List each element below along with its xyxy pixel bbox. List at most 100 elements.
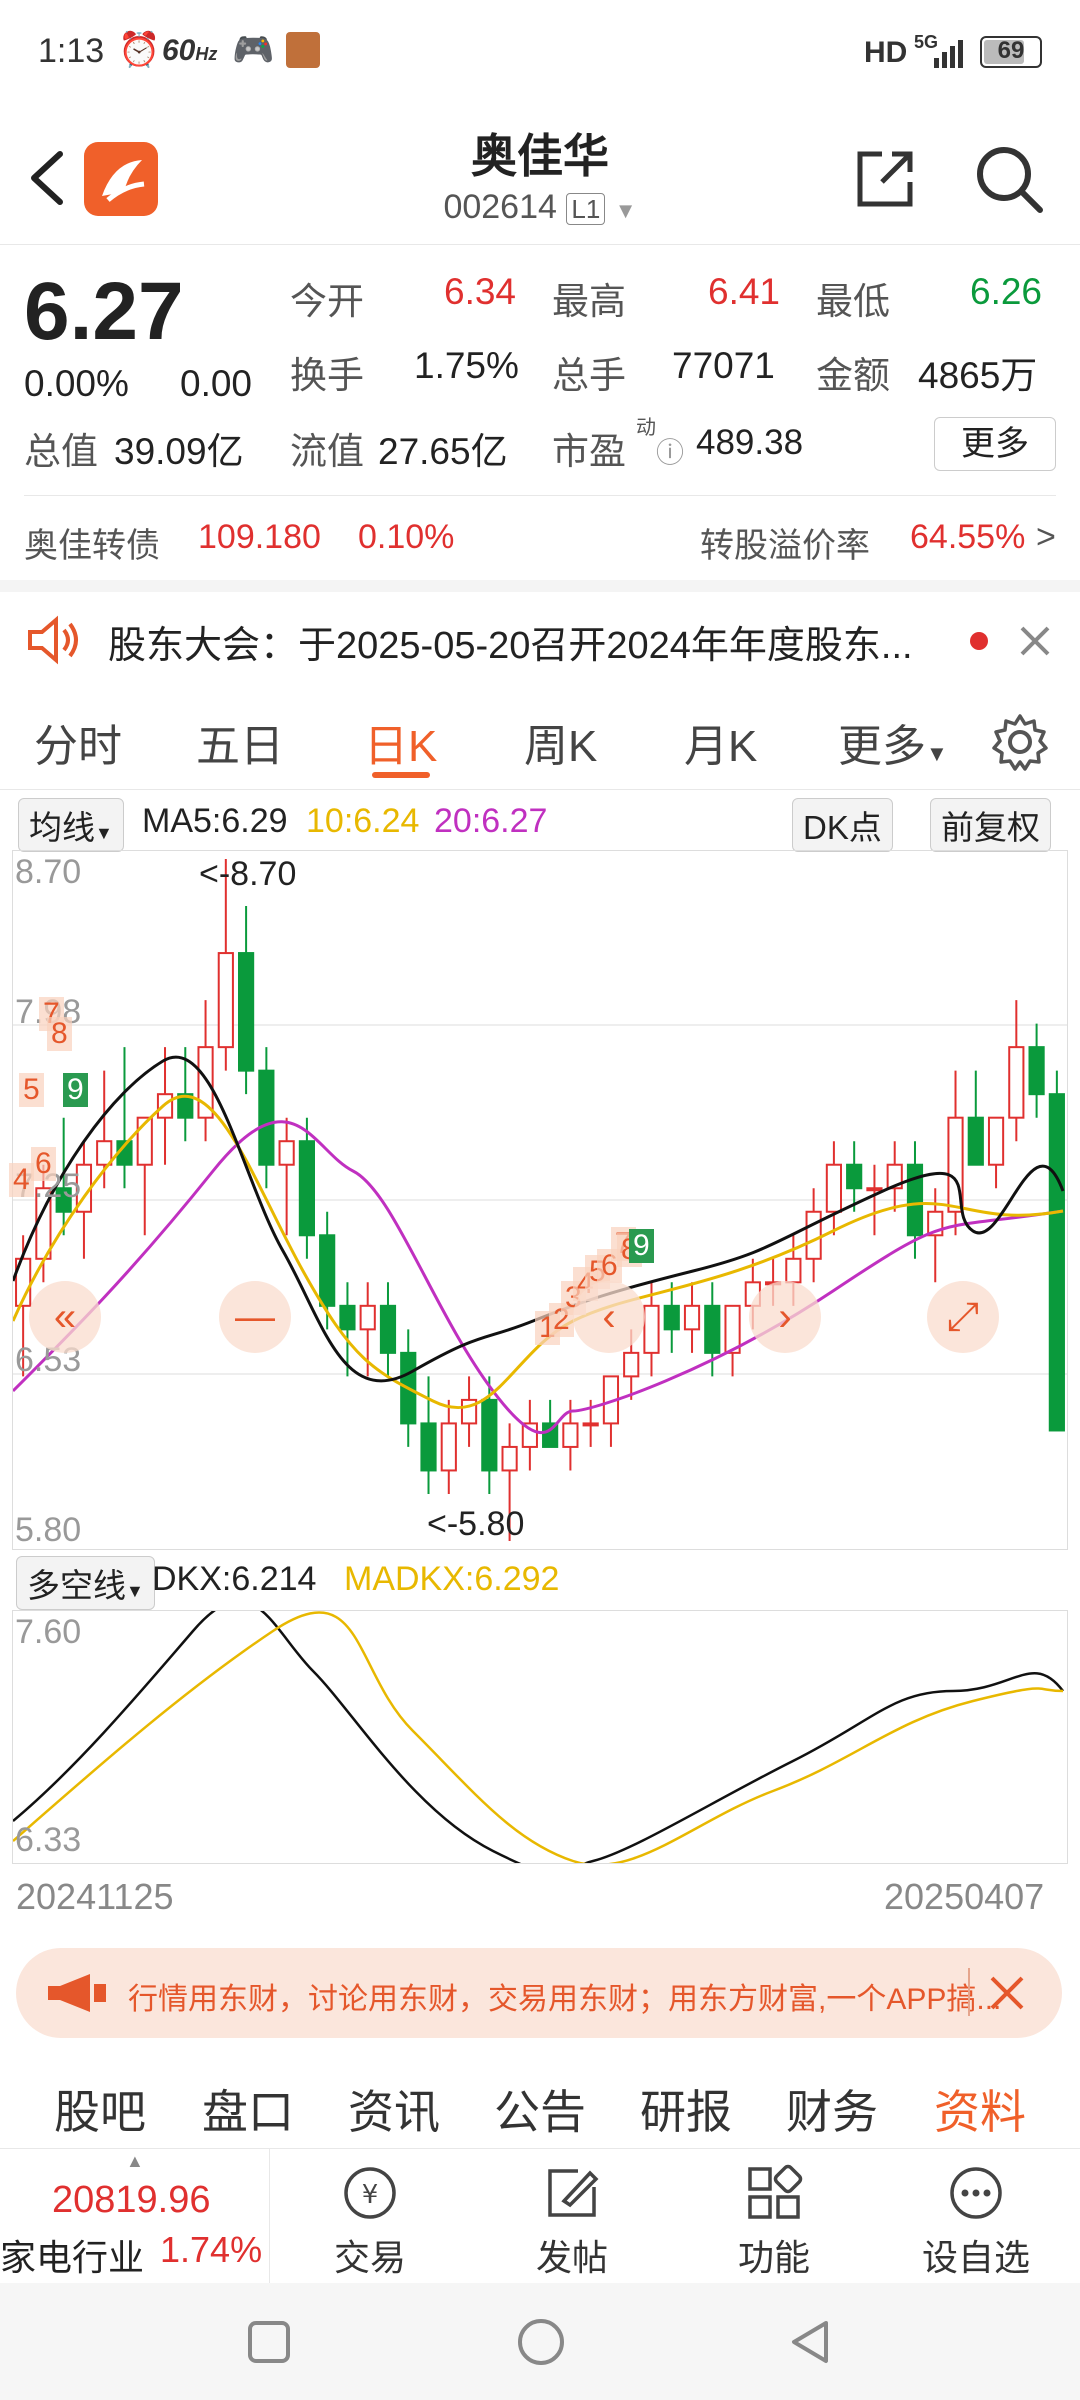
post-button[interactable]: 发帖 [492,2149,652,2284]
tab-weekly-k[interactable]: 周K [524,710,597,774]
industry-index-value: 20819.96 [52,2179,211,2221]
industry-index[interactable]: ▲ 20819.96 家电行业 1.74% [0,2149,270,2284]
candle-body [1048,1093,1065,1432]
candle-body [481,1398,498,1472]
indicator-select[interactable]: 均线▼ [18,798,124,852]
pe-label: 市盈 [552,431,626,472]
tab-order-book[interactable]: 盘口 [202,2076,294,2142]
tab-intraday[interactable]: 分时 [34,710,122,774]
promo-banner[interactable]: 行情用东财，讨论用东财，交易用东财；用东方财富,一个APP搞... [16,1948,1062,2038]
float-label: 流值 [290,431,364,472]
caret-down-icon: ▼ [95,823,113,843]
td-count-marker: 6 [31,1147,56,1181]
candle-body [339,1304,356,1331]
trade-button[interactable]: ¥ 交易 [290,2149,450,2284]
tab-guba[interactable]: 股吧 [54,2076,146,2142]
tab-five-day[interactable]: 五日 [196,710,284,774]
tab-news[interactable]: 资讯 [348,2076,440,2142]
amount-value: 4865万 [918,355,1038,396]
dkx-y-bottom: 6.33 [15,1821,82,1859]
gamepad-icon: 🎮 [232,31,275,69]
candle-body [562,1422,579,1448]
mktcap-value: 39.09亿 [114,431,244,472]
ma20-value: 20:6.27 [434,802,548,840]
low-value: 6.26 [970,271,1043,312]
candle-body [987,1116,1005,1166]
close-icon[interactable] [1018,624,1052,658]
y-axis-top: 8.70 [15,853,82,891]
tab-financials[interactable]: 财务 [786,2076,878,2142]
status-time: 1:13 [38,32,105,70]
close-icon[interactable] [988,1974,1026,2012]
tab-profile[interactable]: 资料 [934,2076,1026,2142]
stock-code-row[interactable]: 002614 L1 ▼ [340,188,740,227]
add-watchlist-label: 设自选 [921,2237,1030,2278]
gear-icon[interactable] [990,712,1050,772]
madkx-line [13,1611,1064,1863]
recents-square-icon[interactable] [246,2319,292,2365]
app-logo-icon[interactable] [84,142,158,216]
svg-text:¥: ¥ [362,2180,379,2210]
tab-more[interactable]: 更多▼ [838,710,948,774]
battery-icon: 69 [980,36,1042,68]
candle-body [967,1116,984,1166]
scroll-left-button[interactable]: ‹ [573,1281,645,1353]
kline-chart[interactable]: 8.70 7.98 7.25 6.53 5.80 <-8.70 <-5.80 4… [9,850,1068,1550]
scroll-to-start-button[interactable]: « [29,1281,101,1353]
zoom-out-button[interactable]: — [219,1281,291,1353]
high-value: 6.41 [708,271,781,312]
info-icon[interactable]: ⓘ [656,431,684,471]
candle-body [663,1304,680,1331]
candle-body [359,1304,376,1331]
stock-header: 奥佳华 002614 L1 ▼ [0,110,1080,245]
back-triangle-icon[interactable] [786,2317,834,2367]
dkx-indicator-label: 多空线 [27,1567,126,1604]
scroll-right-button[interactable]: › [749,1281,821,1353]
tab-daily-k[interactable]: 日K [364,710,437,774]
dkx-indicator-select[interactable]: 多空线▼ [16,1556,155,1610]
tab-monthly-k[interactable]: 月K [684,710,757,774]
edit-icon [548,2169,599,2217]
content-tabs: 股吧 盘口 资讯 公告 研报 财务 资料 [0,2070,1080,2150]
tab-announcements[interactable]: 公告 [494,2076,586,2142]
pe-value: 489.38 [696,423,804,462]
bond-name: 奥佳转债 [24,527,160,565]
share-icon[interactable] [852,146,918,212]
td-count-marker: 9 [629,1229,654,1263]
dk-point-button[interactable]: DK点 [792,798,893,852]
candle-body [420,1422,437,1472]
tab-research[interactable]: 研报 [640,2076,732,2142]
active-tab-indicator [372,772,430,778]
ma-legend-row: 均线▼ MA5:6.29 10:6.24 20:6.27 DK点 前复权 [0,792,1080,852]
x-axis-end-date: 20250407 [884,1876,1045,1917]
notice-banner[interactable]: 股东大会：于2025-05-20召开2024年年度股东... [0,592,1080,688]
search-icon[interactable] [972,142,1046,216]
caret-down-icon: ▼ [614,198,637,223]
y-axis-bottom: 5.80 [15,1511,82,1549]
last-price: 6.27 [24,266,184,357]
alarm-icon: ⏰ [118,31,161,69]
convertible-bond-row[interactable]: 奥佳转债 109.180 0.10% 转股溢价率 64.55% > [0,500,1080,580]
add-watchlist-button[interactable]: 设自选 [896,2149,1056,2284]
dkx-y-top: 7.60 [15,1613,82,1651]
fullscreen-button[interactable]: ⤢ [927,1281,999,1353]
adjust-mode-button[interactable]: 前复权 [930,798,1051,852]
more-quote-button[interactable]: 更多 [934,417,1056,471]
app-notification-icon [286,32,320,68]
home-circle-icon[interactable] [516,2317,566,2367]
ma10-value: 10:6.24 [306,802,420,840]
dkx-chart[interactable]: 7.60 6.33 [12,1610,1068,1864]
ma20-line [13,1120,1064,1434]
candle-body [96,1140,113,1166]
volume-label: 总手 [552,355,626,396]
dkx-legend-row: 多空线▼ DKX:6.214 MADKX:6.292 [0,1552,1080,1610]
back-arrow-icon[interactable] [22,148,72,208]
functions-button[interactable]: 功能 [694,2149,854,2284]
td-count-marker: 5 [19,1073,44,1107]
candle-body [278,1140,295,1166]
industry-change: 1.74% [160,2229,263,2270]
tab-more-label: 更多 [838,722,926,771]
grid-icon [748,2164,803,2219]
bottom-dock: ▲ 20819.96 家电行业 1.74% ¥ 交易 发帖 功能 设自选 [0,2148,1080,2284]
candle-body [379,1304,397,1354]
